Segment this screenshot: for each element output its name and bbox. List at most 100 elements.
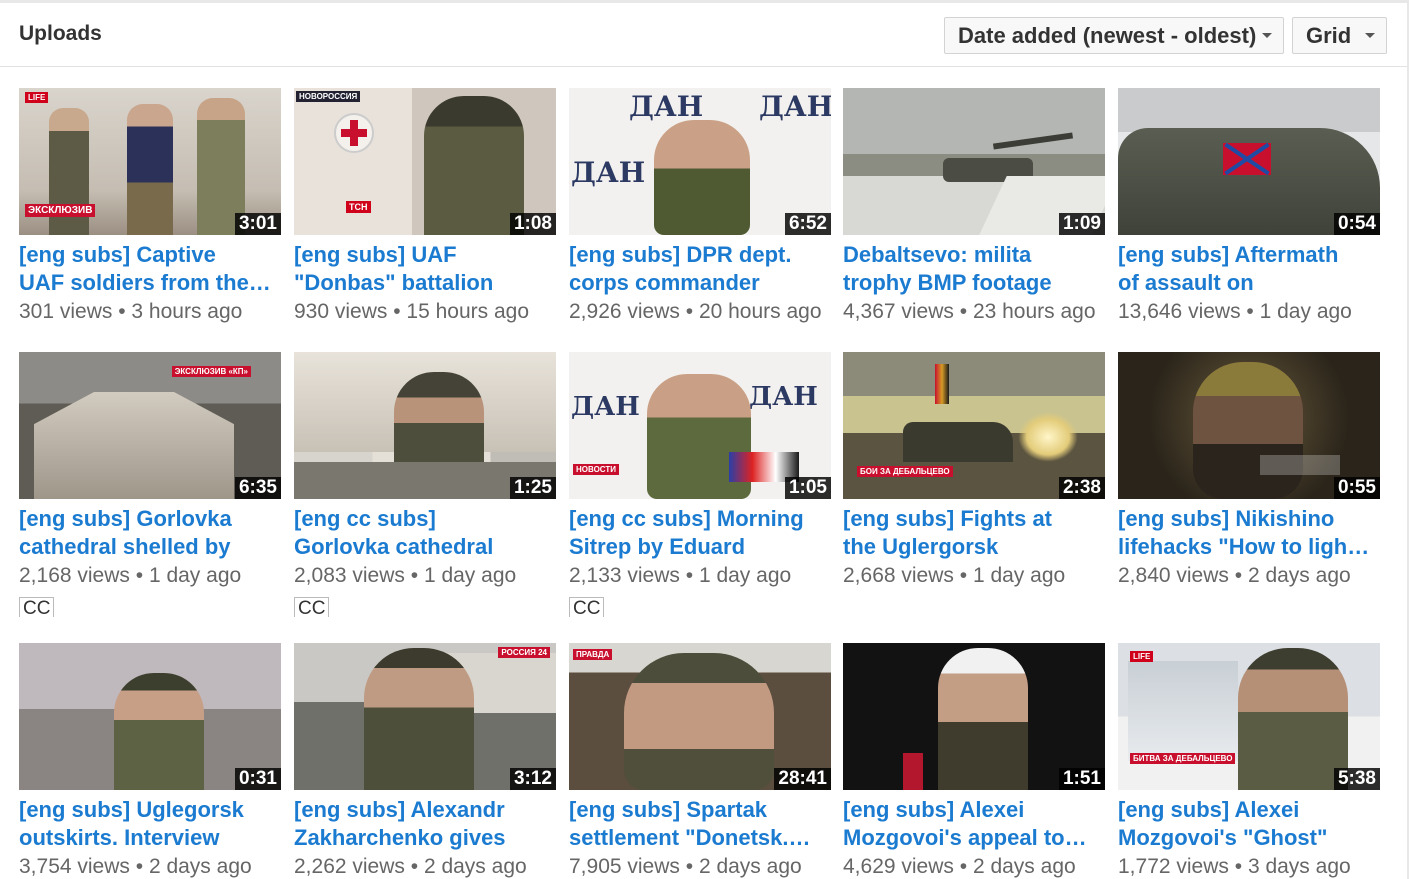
video-thumbnail[interactable]: РОССИЯ 24 3:12 xyxy=(294,643,556,790)
video-thumbnail[interactable]: 0:31 xyxy=(19,643,281,790)
video-title-link[interactable]: [eng subs] Uglegorsk outskirts. Interview xyxy=(19,796,281,852)
video-thumbnail[interactable]: ЭКСКЛЮЗИВ «КП» 6:35 xyxy=(19,352,281,499)
video-title-line: Zakharchenko gives xyxy=(294,825,506,850)
view-count: 301 views xyxy=(19,300,113,323)
video-title-link[interactable]: Debaltsevo: milita trophy BMP footage xyxy=(843,241,1105,297)
video-card: 0:55 [eng subs] Nikishino lifehacks "How … xyxy=(1118,352,1380,590)
view-count: 2,083 views xyxy=(294,564,405,587)
video-thumbnail[interactable]: ДАН ДАН ДАН 6:52 xyxy=(569,88,831,235)
video-duration: 3:01 xyxy=(234,213,281,235)
video-title-link[interactable]: [eng subs] UAF "Donbas" battalion xyxy=(294,241,556,297)
upload-age: 3 days ago xyxy=(1247,855,1351,878)
video-title-line: [eng subs] Uglegorsk xyxy=(19,797,244,822)
upload-age: 1 day ago xyxy=(972,564,1066,587)
video-card: LIFE ЭКСКЛЮЗИВ 3:01 [eng subs] Captive UA… xyxy=(19,88,281,326)
video-meta: 930 views • 15 hours ago xyxy=(294,300,530,323)
video-title-line: [eng cc subs] Morning xyxy=(569,506,804,531)
video-duration: 0:31 xyxy=(234,768,281,790)
video-title-link[interactable]: [eng subs] Alexei Mozgovoi's "Ghost" xyxy=(1118,796,1380,852)
view-count: 2,262 views xyxy=(294,855,405,878)
channel-logo: ТСН xyxy=(346,201,371,213)
video-thumbnail[interactable]: ДАН ДАН НОВОСТИ 1:05 xyxy=(569,352,831,499)
video-title-line: [eng cc subs] xyxy=(294,506,436,531)
closed-captions-badge: CC xyxy=(19,597,55,617)
video-title-link[interactable]: [eng subs] Alexei Mozgovoi's appeal to… xyxy=(843,796,1105,852)
view-count: 930 views xyxy=(294,300,388,323)
video-meta: 2,083 views • 1 day ago xyxy=(294,564,517,587)
upload-age: 20 hours ago xyxy=(698,300,822,323)
video-meta: 2,133 views • 1 day ago xyxy=(569,564,792,587)
video-card: 1:09 Debaltsevo: milita trophy BMP footag… xyxy=(843,88,1105,326)
video-meta: 2,168 views • 1 day ago xyxy=(19,564,242,587)
upload-age: 1 day ago xyxy=(1259,300,1352,323)
sort-dropdown[interactable]: Date added (newest - oldest) xyxy=(944,17,1284,54)
view-dropdown-label: Grid xyxy=(1306,23,1352,48)
video-thumbnail[interactable]: 1:09 xyxy=(843,88,1105,235)
agency-logo: ДАН xyxy=(571,392,640,422)
video-thumbnail[interactable]: НОВОРОССИЯ ТСН 1:08 xyxy=(294,88,556,235)
video-thumbnail[interactable]: БИТВА ЗА ДЕБАЛЬЦЕВО LIFE 5:38 xyxy=(1118,643,1380,790)
video-thumbnail[interactable]: 1:25 xyxy=(294,352,556,499)
video-title-line: [eng subs] Spartak xyxy=(569,797,768,822)
view-dropdown[interactable]: Grid xyxy=(1292,17,1387,54)
video-thumbnail[interactable]: 0:55 xyxy=(1118,352,1380,499)
video-title-line: settlement "Donetsk.… xyxy=(569,825,811,850)
video-thumbnail[interactable]: LIFE ЭКСКЛЮЗИВ 3:01 xyxy=(19,88,281,235)
view-count: 2,840 views xyxy=(1118,564,1229,587)
video-title-link[interactable]: [eng cc subs] Gorlovka cathedral xyxy=(294,505,556,561)
video-card: ЭКСКЛЮЗИВ «КП» 6:35 [eng subs] Gorlovka c… xyxy=(19,352,281,622)
video-thumbnail[interactable]: ПРАВДА 28:41 xyxy=(569,643,831,790)
video-title-link[interactable]: [eng subs] Spartak settlement "Donetsk.… xyxy=(569,796,831,852)
video-title-line: [eng subs] Alexei xyxy=(1118,797,1300,822)
view-count: 4,367 views xyxy=(843,300,954,323)
video-title-link[interactable]: [eng subs] Captive UAF soldiers from the… xyxy=(19,241,281,297)
armored-vehicle xyxy=(903,422,1013,462)
upload-age: 2 days ago xyxy=(972,855,1076,878)
view-count: 2,926 views xyxy=(569,300,680,323)
video-title-link[interactable]: [eng subs] Aftermath of assault on xyxy=(1118,241,1380,297)
red-cross-sign xyxy=(341,129,367,137)
video-title-link[interactable]: [eng subs] Fights at the Uglergorsk xyxy=(843,505,1105,561)
video-title-line: Mozgovoi's "Ghost" xyxy=(1118,825,1328,850)
video-meta: 4,629 views • 2 days ago xyxy=(843,855,1076,878)
agency-logo: ДАН xyxy=(571,156,646,189)
flag xyxy=(935,364,949,404)
speaker-figure xyxy=(654,120,750,235)
video-meta: 2,668 views • 1 day ago xyxy=(843,564,1066,587)
video-title-line: [eng subs] Nikishino xyxy=(1118,506,1335,531)
video-meta: 301 views • 3 hours ago xyxy=(19,300,243,323)
exclusive-banner: ЭКСКЛЮЗИВ xyxy=(25,204,96,217)
video-title-line: [eng subs] Captive xyxy=(19,242,216,267)
cathedral-building xyxy=(34,392,234,499)
video-thumbnail[interactable]: 0:54 xyxy=(1118,88,1380,235)
video-card: 0:31 [eng subs] Uglegorsk outskirts. Inte… xyxy=(19,643,281,879)
explosion-flash xyxy=(1018,412,1078,462)
news-banner: НОВОСТИ xyxy=(573,464,620,475)
view-count: 4,629 views xyxy=(843,855,954,878)
video-title-link[interactable]: [eng subs] Alexandr Zakharchenko gives xyxy=(294,796,556,852)
twitter-watermark xyxy=(1260,455,1340,475)
upload-age: 15 hours ago xyxy=(406,300,530,323)
video-title-line: UAF soldiers from the… xyxy=(19,270,271,295)
upload-age: 2 days ago xyxy=(1247,564,1351,587)
video-title-link[interactable]: [eng subs] Gorlovka cathedral shelled by xyxy=(19,505,281,561)
soldier-figure xyxy=(364,648,474,790)
video-title-line: [eng subs] UAF xyxy=(294,242,457,267)
video-title-link[interactable]: [eng cc subs] Morning Sitrep by Eduard xyxy=(569,505,831,561)
video-title-line: "Donbas" battalion xyxy=(294,270,494,295)
video-title-link[interactable]: [eng subs] Nikishino lifehacks "How to li… xyxy=(1118,505,1380,561)
video-thumbnail[interactable]: БОИ ЗА ДЕБАЛЬЦЕВО 2:38 xyxy=(843,352,1105,499)
video-duration: 2:38 xyxy=(1058,477,1105,499)
chevron-down-icon xyxy=(1365,33,1375,38)
video-title-line: outskirts. Interview xyxy=(19,825,220,850)
view-count: 2,668 views xyxy=(843,564,954,587)
upload-age: 1 day ago xyxy=(698,564,792,587)
view-count: 7,905 views xyxy=(569,855,680,878)
video-meta: 4,367 views • 23 hours ago xyxy=(843,300,1096,323)
video-title-link[interactable]: [eng subs] DPR dept. corps commander xyxy=(569,241,831,297)
view-count: 1,772 views xyxy=(1118,855,1229,878)
video-meta: 2,262 views • 2 days ago xyxy=(294,855,527,878)
video-thumbnail[interactable]: 1:51 xyxy=(843,643,1105,790)
video-duration: 3:12 xyxy=(509,768,556,790)
video-card: ДАН ДАН ДАН 6:52 [eng subs] DPR dept. cor… xyxy=(569,88,831,326)
